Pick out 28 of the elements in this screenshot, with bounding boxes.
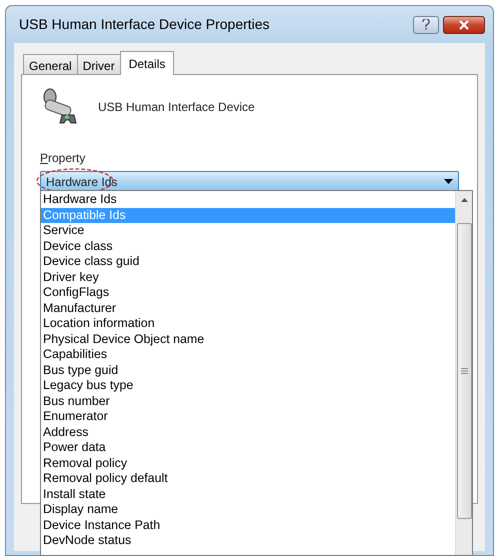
- dropdown-option[interactable]: Location information: [41, 316, 455, 332]
- dropdown-option[interactable]: Manufacturer: [41, 300, 455, 316]
- dropdown-option[interactable]: Enumerator: [41, 409, 455, 424]
- dropdown-option[interactable]: ConfigFlags: [41, 285, 455, 300]
- device-name: USB Human Interface Device: [98, 99, 255, 116]
- dropdown-option[interactable]: Install state: [41, 486, 455, 502]
- dropdown-option[interactable]: Physical Device Object name: [41, 332, 455, 347]
- tab[interactable]: Driver: [76, 54, 121, 74]
- dropdown-option[interactable]: Service: [41, 223, 455, 238]
- dropdown-option[interactable]: Bus number: [41, 394, 455, 409]
- tab[interactable]: General: [23, 54, 78, 74]
- property-label: Property: [40, 150, 86, 167]
- dropdown-option[interactable]: Device class: [41, 238, 455, 254]
- dropdown-option[interactable]: Removal policy: [41, 456, 455, 471]
- dropdown-option[interactable]: Removal policy default: [41, 471, 455, 486]
- tab[interactable]: Details: [120, 51, 174, 75]
- dropdown-option[interactable]: Bus type guid: [41, 362, 455, 378]
- window-title: USB Human Interface Device Properties: [19, 15, 270, 34]
- dropdown-option[interactable]: Capabilities: [41, 347, 455, 362]
- dropdown-option[interactable]: Device Instance Path: [41, 518, 455, 533]
- dropdown-option[interactable]: Hardware Ids: [41, 192, 455, 208]
- dropdown-option[interactable]: DevNode status: [41, 533, 455, 548]
- dropdown-option[interactable]: Driver key: [41, 270, 455, 285]
- dropdown-option[interactable]: Power data: [41, 440, 455, 456]
- dropdown-option[interactable]: Legacy bus type: [41, 378, 455, 394]
- dropdown-option[interactable]: Address: [41, 424, 455, 440]
- dropdown-option[interactable]: Display name: [41, 502, 455, 518]
- dropdown-option[interactable]: Device class guid: [41, 254, 455, 270]
